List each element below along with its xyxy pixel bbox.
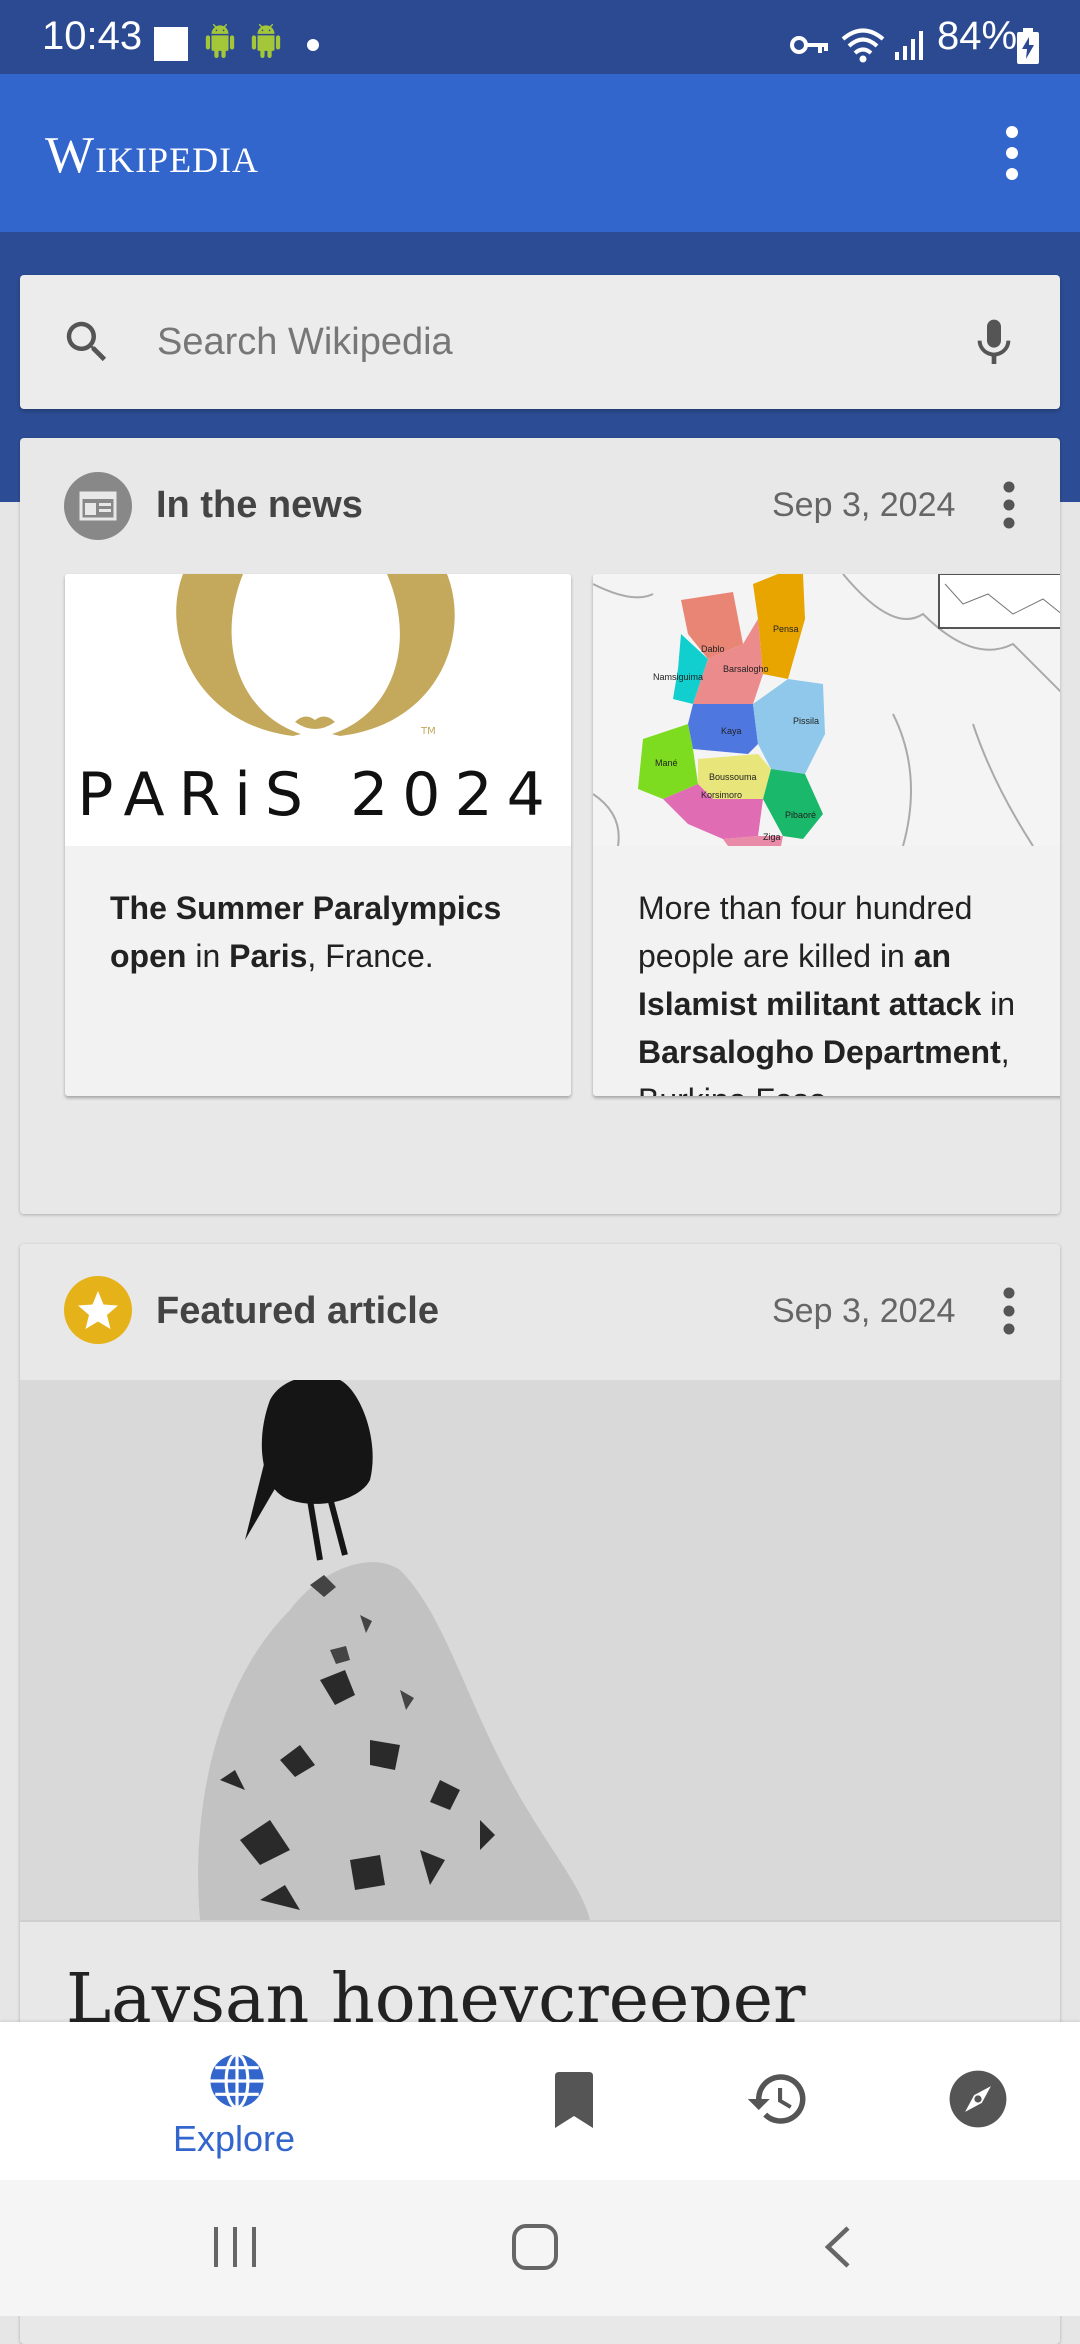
- card-more-options-icon[interactable]: [994, 480, 1024, 530]
- more-options-icon[interactable]: [994, 124, 1030, 182]
- star-icon: [64, 1276, 132, 1344]
- svg-text:TM: TM: [420, 726, 436, 737]
- paris-2024-wordmark: PARiS 2024: [77, 760, 559, 830]
- search-bar[interactable]: [20, 275, 1060, 409]
- map-label: Pibaoré: [785, 810, 817, 820]
- battery-percent: 84%: [937, 14, 1018, 58]
- map-label: Ziga: [763, 832, 781, 842]
- back-icon[interactable]: [820, 2224, 856, 2270]
- search-input[interactable]: [155, 305, 939, 379]
- notification-dot-icon: [307, 39, 319, 51]
- notification-square-icon: [154, 27, 188, 61]
- status-time: 10:43: [42, 14, 143, 58]
- wikipedia-logo: Wikipedia: [45, 126, 259, 185]
- card-title: Featured article: [156, 1290, 439, 1332]
- paris-2024-image: TM PARiS 2024: [65, 574, 571, 846]
- news-link[interactable]: Barsalogho Department: [638, 1034, 1001, 1070]
- burkina-map-image: Dablo Pensa Namsiguima Barsalogho Kaya P…: [593, 574, 1060, 846]
- card-title: In the news: [156, 484, 363, 526]
- search-icon: [66, 321, 107, 362]
- logo-text: Wikipedia: [45, 127, 260, 184]
- card-date: Sep 3, 2024: [772, 1292, 956, 1330]
- globe-icon: [210, 2052, 264, 2110]
- featured-article-image[interactable]: [20, 1380, 1060, 1920]
- map-label: Pissila: [793, 716, 820, 726]
- newspaper-icon: [64, 472, 132, 540]
- status-bar: 10:43 84%: [0, 0, 1080, 74]
- bookmark-icon[interactable]: [551, 2072, 597, 2128]
- card-date: Sep 3, 2024: [772, 486, 956, 524]
- system-navigation-bar: [0, 2180, 1080, 2316]
- vpn-key-icon: [790, 36, 828, 54]
- nav-explore[interactable]: Explore: [140, 2022, 330, 2180]
- map-graphic: [593, 574, 1060, 846]
- paris-2024-logo: TM: [176, 574, 455, 737]
- map-label: Dablo: [701, 644, 725, 654]
- map-label: Pensa: [773, 624, 799, 634]
- map-label: Korsimoro: [701, 790, 743, 800]
- news-item-text: The Summer Paralympics open in Paris, Fr…: [110, 890, 502, 974]
- history-icon[interactable]: [745, 2066, 811, 2132]
- card-more-options-icon[interactable]: [994, 1286, 1024, 1336]
- news-item[interactable]: Dablo Pensa Namsiguima Barsalogho Kaya P…: [593, 574, 1060, 1096]
- map-label: Namsiguima: [653, 672, 704, 682]
- android-icon: [251, 24, 281, 58]
- map-label: Boussouma: [709, 772, 757, 782]
- app-bar: Wikipedia: [0, 74, 1080, 232]
- battery-charging-icon: [1017, 28, 1039, 64]
- nav-explore-label: Explore: [173, 2118, 296, 2159]
- news-link[interactable]: Paris: [229, 938, 307, 974]
- map-label: Kaya: [721, 726, 742, 736]
- microphone-icon[interactable]: [966, 313, 1022, 373]
- map-label: Barsalogho: [723, 664, 769, 674]
- news-item[interactable]: TM PARiS 2024 The Summer Paralympics ope…: [65, 574, 571, 1096]
- wifi-icon: [841, 28, 885, 63]
- divider: [20, 1920, 1060, 1922]
- home-icon[interactable]: [510, 2222, 560, 2272]
- in-the-news-card: In the news Sep 3, 2024 TM PARiS 2024 Th…: [20, 438, 1060, 1214]
- bird-photo: [20, 1380, 1060, 1920]
- bottom-navigation: Explore: [0, 2022, 1080, 2180]
- signal-icon: [895, 31, 923, 60]
- map-label: Mané: [655, 758, 678, 768]
- android-icon: [205, 24, 235, 58]
- news-item-text: More than four hundred people are killed…: [638, 890, 1016, 1096]
- recent-apps-icon[interactable]: [210, 2224, 260, 2270]
- compass-icon[interactable]: [947, 2068, 1009, 2130]
